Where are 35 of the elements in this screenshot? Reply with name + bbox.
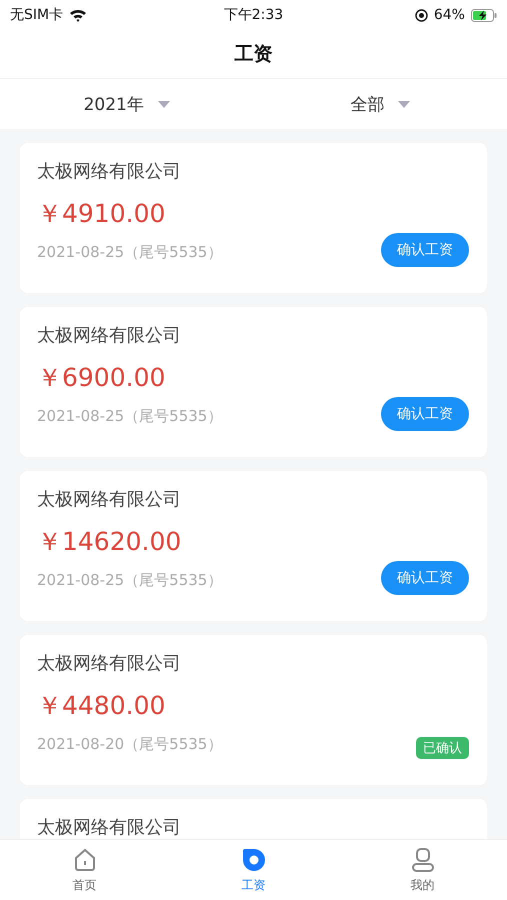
wage-card[interactable]: 太极网络有限公司 ￥14620.00 2021-08-25（尾号5535） 确认工资 bbox=[20, 471, 487, 621]
wage-amount: ￥6900.00 bbox=[37, 363, 166, 393]
payment-date: 2021-08-25（尾号5535） bbox=[37, 570, 222, 591]
user-icon bbox=[410, 846, 436, 872]
company-name: 太极网络有限公司 bbox=[37, 160, 181, 184]
company-name: 太极网络有限公司 bbox=[37, 652, 181, 676]
tab-item[interactable]: 我的 bbox=[338, 840, 507, 900]
orientation-lock-icon bbox=[414, 8, 428, 22]
wage-amount: ￥4910.00 bbox=[37, 199, 166, 229]
page-title: 工资 bbox=[234, 42, 272, 67]
company-name: 太极网络有限公司 bbox=[37, 816, 181, 839]
filter-dropdown[interactable]: 2021年 bbox=[0, 79, 254, 129]
chat-bubble-icon bbox=[240, 846, 266, 872]
confirmed-tag: 已确认 bbox=[416, 737, 469, 759]
wage-amount: ￥14620.00 bbox=[37, 527, 182, 557]
tab-item[interactable]: 首页 bbox=[0, 840, 169, 900]
carrier-text: 无SIM卡 bbox=[10, 6, 64, 24]
wage-card[interactable]: 太极网络有限公司 ￥4910.00 2021-08-25（尾号5535） 确认工资 bbox=[20, 143, 487, 293]
company-name: 太极网络有限公司 bbox=[37, 488, 181, 512]
battery-charging-icon bbox=[470, 8, 497, 22]
filter-dropdown[interactable]: 全部 bbox=[254, 79, 507, 129]
caret-icon bbox=[398, 100, 410, 108]
wifi-icon bbox=[69, 8, 88, 22]
payment-date: 2021-08-25（尾号5535） bbox=[37, 406, 222, 427]
tab-item[interactable]: 工资 bbox=[169, 840, 338, 900]
caret-icon bbox=[158, 100, 170, 108]
payment-date: 2021-08-20（尾号5535） bbox=[37, 734, 222, 755]
payment-date: 2021-08-25（尾号5535） bbox=[37, 242, 222, 263]
wage-card[interactable]: 太极网络有限公司 bbox=[20, 799, 487, 839]
clock-text: 下午2:33 bbox=[224, 6, 284, 24]
company-name: 太极网络有限公司 bbox=[37, 324, 181, 348]
wage-card[interactable]: 太极网络有限公司 ￥6900.00 2021-08-25（尾号5535） 确认工资 bbox=[20, 307, 487, 457]
wage-card[interactable]: 太极网络有限公司 ￥4480.00 2021-08-20（尾号5535） 已确认 bbox=[20, 635, 487, 785]
wage-amount: ￥4480.00 bbox=[37, 691, 166, 721]
battery-percent: 64% bbox=[434, 7, 465, 23]
